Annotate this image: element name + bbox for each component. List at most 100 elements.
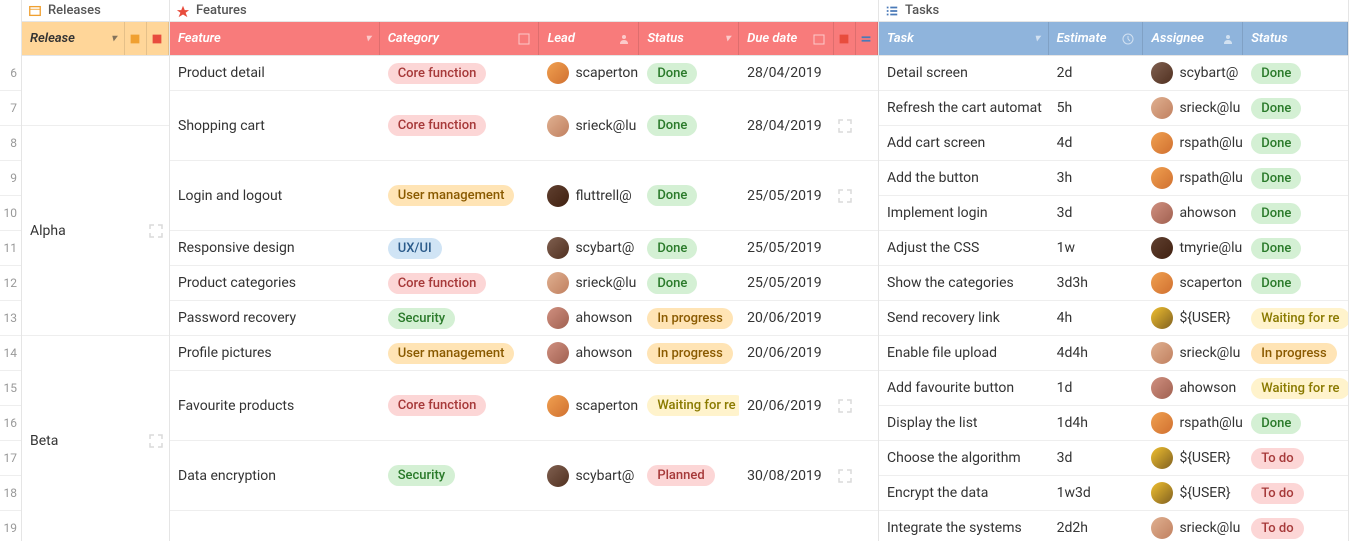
feature-row[interactable]: Login and logoutUser managementfluttrell… xyxy=(170,161,878,231)
task-status-cell[interactable]: Waiting for re xyxy=(1243,308,1348,329)
feature-status-cell[interactable]: Done xyxy=(639,115,739,136)
release-link-header-1[interactable] xyxy=(125,22,147,55)
release-name-cell[interactable]: Beta xyxy=(22,433,148,449)
task-column-header[interactable]: Task ▾ xyxy=(879,22,1049,55)
task-estimate-cell[interactable]: 4d4h xyxy=(1049,345,1144,361)
feature-column-header[interactable]: Feature ▾ xyxy=(170,22,380,55)
estimate-column-header[interactable]: Estimate xyxy=(1049,22,1144,55)
task-assignee-cell[interactable]: rspath@lu xyxy=(1143,412,1243,434)
task-estimate-cell[interactable]: 1w xyxy=(1049,240,1144,256)
release-row[interactable]: Beta xyxy=(22,336,169,541)
task-row[interactable]: Add favourite button1dahowsonWaiting for… xyxy=(879,371,1348,406)
task-row[interactable]: Send recovery link4h${USER}Waiting for r… xyxy=(879,301,1348,336)
task-assignee-cell[interactable]: rspath@lu xyxy=(1143,167,1243,189)
task-row[interactable]: Add cart screen4drspath@luDone xyxy=(879,126,1348,161)
task-status-cell[interactable]: Done xyxy=(1243,273,1348,294)
feature-lead-cell[interactable]: scaperton xyxy=(539,395,639,417)
feature-due-cell[interactable]: 25/05/2019 xyxy=(739,240,834,256)
feature-category-cell[interactable]: User management xyxy=(380,343,540,364)
task-status-cell[interactable]: Done xyxy=(1243,98,1348,119)
feature-due-cell[interactable]: 30/08/2019 xyxy=(739,468,834,484)
task-estimate-cell[interactable]: 3d xyxy=(1049,450,1144,466)
expand-icon[interactable] xyxy=(837,118,853,134)
task-estimate-cell[interactable]: 1d xyxy=(1049,380,1144,396)
task-estimate-cell[interactable]: 1d4h xyxy=(1049,415,1144,431)
feature-status-cell[interactable]: Done xyxy=(639,185,739,206)
task-estimate-cell[interactable]: 1w3d xyxy=(1049,485,1144,501)
task-estimate-cell[interactable]: 4d xyxy=(1049,135,1144,151)
feature-name-cell[interactable]: Favourite products xyxy=(170,398,380,414)
feature-row[interactable]: Favourite productsCore functionscaperton… xyxy=(170,371,878,441)
task-row[interactable]: Encrypt the data1w3d${USER}To do xyxy=(879,476,1348,511)
task-row[interactable]: Implement login3dahowsonDone xyxy=(879,196,1348,231)
sort-icon[interactable]: ▾ xyxy=(366,33,371,44)
task-assignee-cell[interactable]: ${USER} xyxy=(1143,482,1243,504)
feature-row[interactable]: Password recoverySecurityahowsonIn progr… xyxy=(170,301,878,336)
feature-row[interactable]: Shopping cartCore functionsrieck@luDone2… xyxy=(170,91,878,161)
task-status-cell[interactable]: Waiting for re xyxy=(1243,378,1348,399)
task-name-cell[interactable]: Implement login xyxy=(879,205,1049,221)
task-assignee-cell[interactable]: tmyrie@lu xyxy=(1143,237,1243,259)
expand-icon[interactable] xyxy=(837,468,853,484)
feature-lead-cell[interactable]: ahowson xyxy=(539,307,639,329)
feature-due-cell[interactable]: 28/04/2019 xyxy=(739,65,834,81)
feature-due-cell[interactable]: 25/05/2019 xyxy=(739,188,834,204)
task-row[interactable]: Add the button3hrspath@luDone xyxy=(879,161,1348,196)
feature-row[interactable]: Profile picturesUser managementahowsonIn… xyxy=(170,336,878,371)
task-name-cell[interactable]: Choose the algorithm xyxy=(879,450,1049,466)
feature-due-cell[interactable]: 25/05/2019 xyxy=(739,275,834,291)
release-row[interactable]: Alpha xyxy=(22,126,169,336)
expand-icon[interactable] xyxy=(837,398,853,414)
feature-category-cell[interactable]: Core function xyxy=(380,395,540,416)
task-status-cell[interactable]: To do xyxy=(1243,448,1348,469)
expand-icon[interactable] xyxy=(148,433,164,449)
feature-link-header-1[interactable] xyxy=(834,22,856,55)
task-status-column-header[interactable]: Status xyxy=(1243,22,1348,55)
feature-status-cell[interactable]: Done xyxy=(639,273,739,294)
task-estimate-cell[interactable]: 4h xyxy=(1049,310,1144,326)
feature-lead-cell[interactable]: scaperton xyxy=(539,62,639,84)
task-name-cell[interactable]: Add favourite button xyxy=(879,380,1049,396)
feature-due-cell[interactable]: 20/06/2019 xyxy=(739,310,834,326)
feature-row[interactable]: Product categoriesCore functionsrieck@lu… xyxy=(170,266,878,301)
task-row[interactable]: Display the list1d4hrspath@luDone xyxy=(879,406,1348,441)
task-estimate-cell[interactable]: 3d xyxy=(1049,205,1144,221)
expand-icon[interactable] xyxy=(148,223,164,239)
task-assignee-cell[interactable]: ${USER} xyxy=(1143,447,1243,469)
feature-link-cell[interactable] xyxy=(834,398,856,414)
due-column-header[interactable]: Due date xyxy=(739,22,834,55)
task-row[interactable]: Refresh the cart automat5hsrieck@luDone xyxy=(879,91,1348,126)
feature-row[interactable]: Responsive designUX/UIscybart@Done25/05/… xyxy=(170,231,878,266)
task-assignee-cell[interactable]: srieck@lu xyxy=(1143,517,1243,539)
task-estimate-cell[interactable]: 3h xyxy=(1049,170,1144,186)
feature-name-cell[interactable]: Product detail xyxy=(170,65,380,81)
task-status-cell[interactable]: Done xyxy=(1243,168,1348,189)
feature-lead-cell[interactable]: srieck@lu xyxy=(539,115,639,137)
task-estimate-cell[interactable]: 2d xyxy=(1049,65,1144,81)
task-assignee-cell[interactable]: rspath@lu xyxy=(1143,132,1243,154)
task-row[interactable]: Choose the algorithm3d${USER}To do xyxy=(879,441,1348,476)
task-row[interactable]: Adjust the CSS1wtmyrie@luDone xyxy=(879,231,1348,266)
feature-lead-cell[interactable]: scybart@ xyxy=(539,465,639,487)
feature-status-cell[interactable]: Planned xyxy=(639,465,739,486)
feature-lead-cell[interactable]: fluttrell@ xyxy=(539,185,639,207)
feature-name-cell[interactable]: Login and logout xyxy=(170,188,380,204)
release-row[interactable] xyxy=(22,56,169,126)
feature-name-cell[interactable]: Shopping cart xyxy=(170,118,380,134)
task-name-cell[interactable]: Show the categories xyxy=(879,275,1049,291)
task-assignee-cell[interactable]: srieck@lu xyxy=(1143,342,1243,364)
feature-category-cell[interactable]: Security xyxy=(380,308,540,329)
task-estimate-cell[interactable]: 2d2h xyxy=(1049,520,1144,536)
assignee-column-header[interactable]: Assignee xyxy=(1143,22,1243,55)
sort-icon[interactable]: ▾ xyxy=(725,33,730,44)
feature-status-cell[interactable]: Waiting for re xyxy=(639,395,739,416)
category-column-header[interactable]: Category xyxy=(380,22,540,55)
feature-category-cell[interactable]: UX/UI xyxy=(380,238,540,259)
task-status-cell[interactable]: To do xyxy=(1243,483,1348,504)
release-link-header-2[interactable] xyxy=(147,22,169,55)
feature-lead-cell[interactable]: ahowson xyxy=(539,342,639,364)
release-column-header[interactable]: Release ▾ xyxy=(22,22,125,55)
task-name-cell[interactable]: Enable file upload xyxy=(879,345,1049,361)
feature-row[interactable]: Data encryptionSecurityscybart@Planned30… xyxy=(170,441,878,511)
sort-icon[interactable]: ▾ xyxy=(1035,33,1040,44)
